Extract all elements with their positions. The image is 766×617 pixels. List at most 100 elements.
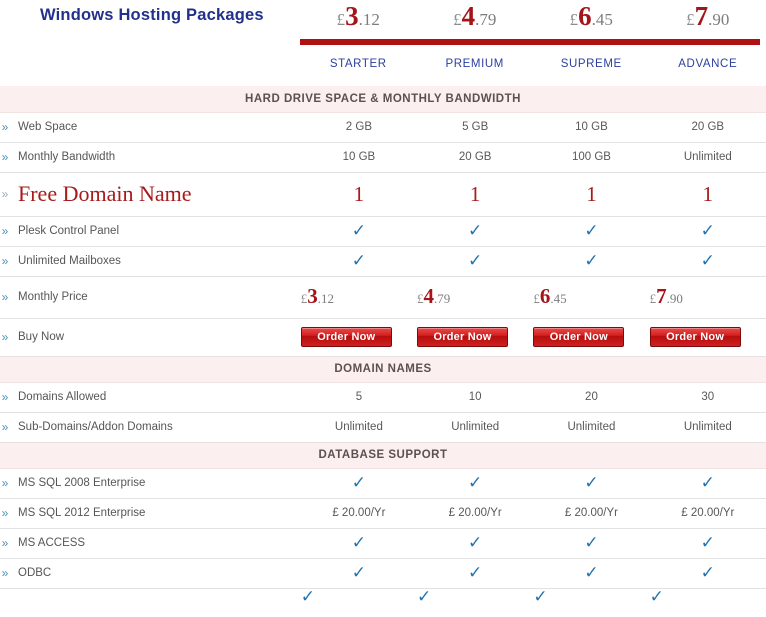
chevron-right-icon: » xyxy=(1,150,9,164)
header-accent-bar xyxy=(300,39,760,45)
plan-name-supreme[interactable]: SUPREME xyxy=(533,58,650,80)
check-icon: ✓ xyxy=(584,472,599,493)
price-whole: 3 xyxy=(307,284,318,308)
cell-starter: ✓ xyxy=(300,246,418,277)
chevron-right-icon: » xyxy=(1,390,9,404)
plan-name-row: STARTER PREMIUM SUPREME ADVANCE xyxy=(300,58,766,80)
section-title-hard-drive: HARD DRIVE SPACE & MONTHLY BANDWIDTH xyxy=(0,86,766,113)
chevron-right-icon: » xyxy=(1,476,9,490)
plan-name-advance[interactable]: ADVANCE xyxy=(650,58,766,80)
cell-premium: 10 xyxy=(417,382,534,413)
currency-symbol: £ xyxy=(336,10,346,29)
check-icon: ✓ xyxy=(468,220,483,241)
table-row-monthly-price: » Monthly Price £3.12 £4.79 £6.45 £7.90 xyxy=(0,276,766,319)
chevron-right-icon: » xyxy=(1,187,9,201)
table-row-plesk-control-panel: » Plesk Control Panel ✓ ✓ ✓ ✓ xyxy=(0,216,766,247)
cell-supreme: ✓ xyxy=(533,588,649,607)
check-icon: ✓ xyxy=(351,532,367,553)
price-whole: 7 xyxy=(656,284,667,308)
chevron-right-icon: » xyxy=(1,120,9,134)
row-label-cell: » Monthly Bandwidth xyxy=(0,142,301,173)
table-row-monthly-bandwidth: » Monthly Bandwidth 10 GB 20 GB 100 GB U… xyxy=(0,142,766,173)
chevron-right-icon: » xyxy=(1,290,9,304)
chevron-right-icon: » xyxy=(1,420,9,434)
cell-premium: 20 GB xyxy=(417,142,534,173)
plan-name-premium[interactable]: PREMIUM xyxy=(417,58,534,80)
cell-supreme: Order Now xyxy=(533,318,650,357)
row-label-cell: » MS ACCESS xyxy=(0,528,301,559)
check-icon: ✓ xyxy=(700,562,715,583)
price-starter: £3.12 xyxy=(336,3,380,30)
price-premium: £4.79 xyxy=(417,286,450,307)
price-decimal: .79 xyxy=(475,10,497,29)
cell-supreme: Unlimited xyxy=(533,412,650,443)
check-icon: ✓ xyxy=(468,562,483,583)
page-title: Windows Hosting Packages xyxy=(40,6,264,24)
section-header-row: HARD DRIVE SPACE & MONTHLY BANDWIDTH xyxy=(0,86,766,113)
price-supreme: £6.45 xyxy=(569,3,613,30)
row-label: MS ACCESS xyxy=(18,537,86,549)
cell-premium: £4.79 xyxy=(417,276,534,319)
chevron-right-icon: » xyxy=(1,566,9,580)
table-row-unlimited-mailboxes: » Unlimited Mailboxes ✓ ✓ ✓ ✓ xyxy=(0,246,766,277)
currency-symbol: £ xyxy=(569,10,579,29)
price-whole: 7 xyxy=(694,1,709,31)
row-label-cell: » Monthly Price xyxy=(0,276,301,319)
check-icon: ✓ xyxy=(468,532,483,553)
row-label: Free Domain Name xyxy=(18,181,192,206)
check-icon: ✓ xyxy=(300,588,315,607)
check-icon: ✓ xyxy=(417,588,432,607)
price-starter: £3.12 xyxy=(301,286,334,307)
cell-advance: ✓ xyxy=(649,246,766,277)
cell-starter: ✓ xyxy=(300,528,418,559)
row-label: Plesk Control Panel xyxy=(18,225,119,237)
section-header-row: DOMAIN NAMES xyxy=(0,356,766,383)
cell-starter: 5 xyxy=(300,382,418,413)
cell-starter: Order Now xyxy=(300,318,418,357)
check-icon: ✓ xyxy=(351,220,367,241)
row-label: Domains Allowed xyxy=(18,391,107,403)
cell-starter: ✓ xyxy=(300,558,418,589)
table-row-sub-domains: » Sub-Domains/Addon Domains Unlimited Un… xyxy=(0,412,766,443)
cell-supreme: £ 20.00/Yr xyxy=(533,498,650,529)
check-icon: ✓ xyxy=(700,472,715,493)
order-now-button-supreme[interactable]: Order Now xyxy=(533,327,625,347)
plan-name-starter[interactable]: STARTER xyxy=(300,58,417,80)
row-label: Monthly Bandwidth xyxy=(18,151,116,163)
cell-advance: 30 xyxy=(649,382,766,413)
cell-supreme: 10 GB xyxy=(533,112,650,143)
cell-advance: ✓ xyxy=(649,528,766,559)
row-label-cell: » Free Domain Name xyxy=(0,172,301,217)
chevron-right-icon: » xyxy=(1,330,9,344)
cell-supreme: ✓ xyxy=(533,216,650,247)
price-decimal: .12 xyxy=(317,291,334,306)
row-label-cell: » Unlimited Mailboxes xyxy=(0,246,301,277)
features-table: HARD DRIVE SPACE & MONTHLY BANDWIDTH » W… xyxy=(0,86,766,607)
row-label-cell: » Sub-Domains/Addon Domains xyxy=(0,412,301,443)
cell-premium: 1 xyxy=(417,172,534,217)
row-label-cell xyxy=(0,588,301,607)
price-decimal: .90 xyxy=(666,291,683,306)
table-row-partial-clipped: ✓ ✓ ✓ ✓ xyxy=(0,588,766,607)
cell-starter: ✓ xyxy=(300,468,418,499)
price-supreme: £6.45 xyxy=(533,286,566,307)
table-row-mssql-2008: » MS SQL 2008 Enterprise ✓ ✓ ✓ ✓ xyxy=(0,468,766,499)
table-row-odbc: » ODBC ✓ ✓ ✓ ✓ xyxy=(0,558,766,589)
cell-starter: £3.12 xyxy=(300,276,418,319)
cell-premium: ✓ xyxy=(417,528,534,559)
table-row-mssql-2012: » MS SQL 2012 Enterprise £ 20.00/Yr £ 20… xyxy=(0,498,766,529)
table-row-free-domain-name: » Free Domain Name 1 1 1 1 xyxy=(0,172,766,217)
header-price-row: £3.12 £4.79 £6.45 £7.90 xyxy=(300,0,766,40)
row-label: Unlimited Mailboxes xyxy=(18,255,121,267)
row-label: Web Space xyxy=(18,121,78,133)
section-title-domain-names: DOMAIN NAMES xyxy=(0,356,766,383)
cell-premium: 5 GB xyxy=(417,112,534,143)
header-price-cell-2: £6.45 xyxy=(533,0,650,40)
order-now-button-advance[interactable]: Order Now xyxy=(649,327,741,347)
order-now-button-premium[interactable]: Order Now xyxy=(417,327,509,347)
check-icon: ✓ xyxy=(700,532,715,553)
order-now-button-starter[interactable]: Order Now xyxy=(300,327,392,347)
row-label: Buy Now xyxy=(18,331,65,343)
cell-premium: ✓ xyxy=(417,588,533,607)
currency-symbol: £ xyxy=(686,10,695,29)
